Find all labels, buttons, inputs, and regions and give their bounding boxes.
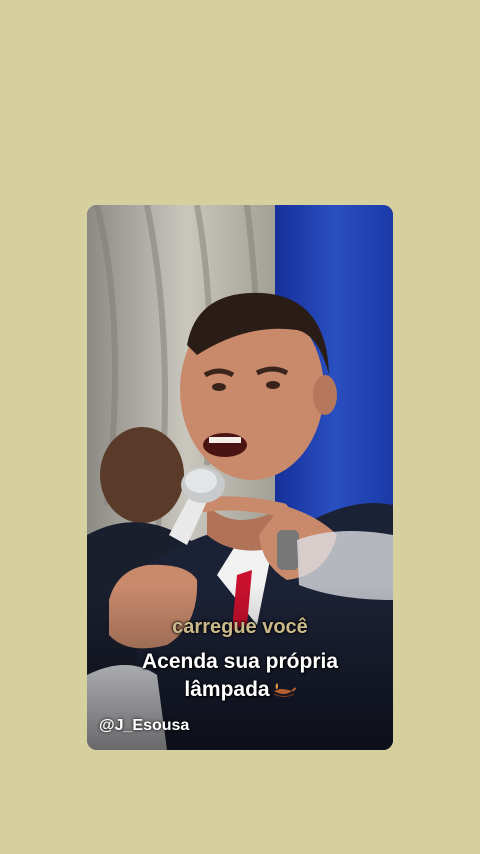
- author-handle[interactable]: @J_Esousa: [99, 717, 189, 735]
- caption-line-1: Acenda sua própria: [141, 650, 339, 673]
- wristwatch: [277, 530, 299, 570]
- caption-line-2-text: lâmpada: [184, 678, 270, 701]
- caption-line-2: lâmpada: [0, 676, 480, 704]
- background-person-head: [100, 427, 184, 523]
- caption-previous-line: carregue você: [172, 616, 308, 638]
- oil-lamp-icon: [273, 683, 296, 698]
- caption-current: Acenda sua própria lâmpada: [0, 648, 480, 704]
